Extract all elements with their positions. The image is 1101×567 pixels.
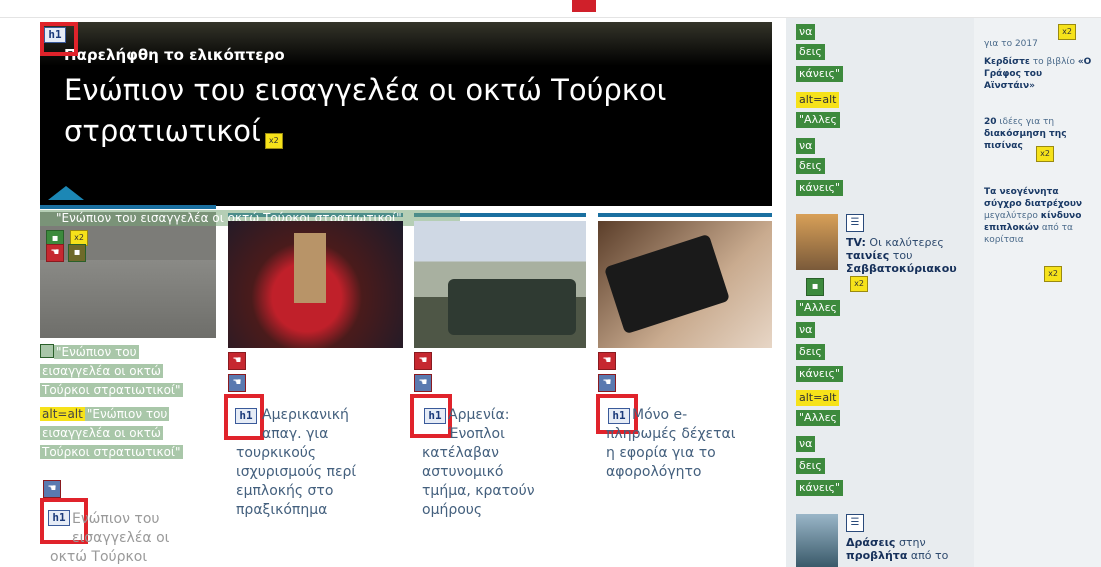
alt-text-line: Τούρκοι στρατιωτικοί" xyxy=(40,445,183,459)
link-icon: ☚ xyxy=(598,374,616,392)
alt-tag: κάνεις" xyxy=(796,66,844,82)
sidebar-column xyxy=(974,18,1101,567)
title-line[interactable]: Αρμενία: xyxy=(422,406,582,425)
hero-kicker: Παρελήφθη το ελικόπτερο xyxy=(64,46,285,64)
title-line[interactable]: κατέλαβαν xyxy=(422,444,582,463)
article-title[interactable]: Ενώπιον του εισαγγελέα οι οκτώ Τούρκοι xyxy=(50,510,222,567)
alt-tag: δεις xyxy=(796,458,825,474)
statue-shape xyxy=(294,233,326,303)
highlight-box xyxy=(40,22,78,56)
alt-tag: να xyxy=(796,24,816,40)
title-line[interactable]: ομήρους xyxy=(422,501,582,520)
link-icon: ☚ xyxy=(414,374,432,392)
title-line[interactable]: οκτώ Τούρκοι xyxy=(50,548,222,567)
title-line[interactable]: Μόνο e- xyxy=(606,406,766,425)
image-chip-icon: x2 xyxy=(850,276,868,292)
link-icon: ☚ xyxy=(228,374,246,392)
title-line[interactable]: ισχυρισμούς περί xyxy=(236,463,396,482)
article-title[interactable]: Αμερικανική απαγ. για τουρκικούς ισχυρισ… xyxy=(236,406,396,520)
title-line[interactable]: Αμερικανική xyxy=(236,406,396,425)
alt-tag: κάνεις" xyxy=(796,480,844,496)
alt-tag: να xyxy=(796,138,816,154)
hero-title-text[interactable]: Ενώπιον του εισαγγελέα οι οκτώ Τούρκοι σ… xyxy=(64,73,666,148)
hero-title[interactable]: Ενώπιον του εισαγγελέα οι οκτώ Τούρκοι σ… xyxy=(64,70,764,152)
alt-badge: alt=alt xyxy=(796,390,840,406)
title-line[interactable]: η εφορία για το xyxy=(606,444,766,463)
title-line[interactable]: Ενώπιον του xyxy=(72,510,222,529)
alt-text-block: "Ενώπιον του εισαγγελέα οι οκτώ Τούρκοι … xyxy=(40,342,216,462)
title-line[interactable]: αστυνομικό xyxy=(422,463,582,482)
sidebar-story[interactable]: Κερδίστε το βιβλίο «Ο Γράφος του Αϊνστάι… xyxy=(984,56,1096,92)
left-gutter xyxy=(0,18,40,567)
image-tint xyxy=(40,260,216,338)
link-icon: ☚ xyxy=(46,244,64,262)
alt-text-line: "Ενώπιον του xyxy=(54,345,139,359)
article-photo[interactable] xyxy=(414,221,586,348)
link-icon: ☚ xyxy=(414,352,432,370)
alt-tag: "Αλλες xyxy=(796,410,841,426)
title-line[interactable]: αφορολόγητο xyxy=(606,463,766,482)
alt-text-line: Τούρκοι στρατιωτικοί" xyxy=(40,383,183,397)
top-bar xyxy=(0,0,1101,18)
title-line[interactable]: τουρκικούς xyxy=(236,444,396,463)
link-icon: ☚ xyxy=(228,352,246,370)
alt-tag: δεις xyxy=(796,44,825,60)
alt-tag: κάνεις" xyxy=(796,366,844,382)
sidebar-line: για το 2017 xyxy=(984,39,1038,49)
terminal-shape xyxy=(603,233,731,335)
article-title[interactable]: Αρμενία: Ένοπλοι κατέλαβαν αστυνομικό τμ… xyxy=(422,406,582,520)
alt-tag: να xyxy=(796,322,816,338)
title-line[interactable]: πραξικόπημα xyxy=(236,501,396,520)
alt-tag: δεις xyxy=(796,344,825,360)
image-icon: ▪ xyxy=(806,278,824,296)
article-photo[interactable] xyxy=(598,221,772,348)
image-icon: ▪ xyxy=(68,244,86,262)
list-icon: ☰ xyxy=(846,214,864,232)
title-line[interactable]: εμπλοκής στο xyxy=(236,482,396,501)
list-icon: ☰ xyxy=(846,514,864,532)
article-thumbnail[interactable] xyxy=(796,214,838,270)
alt-tag: "Αλλες xyxy=(796,300,841,316)
title-line[interactable]: Ένοπλοι xyxy=(422,425,582,444)
alt-badge: alt=alt xyxy=(40,407,85,421)
image-chip-icon: x2 xyxy=(1044,266,1062,282)
sidebar-story[interactable]: Δράσεις στην προβλήτα από το xyxy=(846,536,970,562)
alt-text-line: εισαγγελέα οι οκτώ xyxy=(40,426,163,440)
link-icon: ☚ xyxy=(43,480,61,498)
alt-tag: δεις xyxy=(796,158,825,174)
article-image-placeholder[interactable] xyxy=(40,212,216,338)
sidebar-story[interactable]: Τα νεογέννητα σύγχρο διατρέχουν μεγαλύτε… xyxy=(984,186,1096,246)
article-title[interactable]: Μόνο e- πληρωμές δέχεται η εφορία για το… xyxy=(606,406,766,482)
section-rule xyxy=(598,213,772,217)
image-chip-icon: x2 xyxy=(1036,146,1054,162)
hero-pointer-icon xyxy=(48,186,84,200)
vehicle-shape xyxy=(448,279,576,335)
title-line[interactable]: πληρωμές δέχεται xyxy=(606,425,766,444)
alt-tag: να xyxy=(796,436,816,452)
sidebar-story[interactable]: TV: Οι καλύτερες ταινίες του Σαββατοκύρι… xyxy=(846,236,970,275)
section-rule xyxy=(40,205,216,209)
link-icon: ☚ xyxy=(598,352,616,370)
alt-text-line: εισαγγελέα οι οκτώ xyxy=(40,364,163,378)
alt-tag: κάνεις" xyxy=(796,180,844,196)
image-chip-icon: x2 xyxy=(1058,24,1076,40)
title-line[interactable]: τμήμα, κρατούν xyxy=(422,482,582,501)
alt-tag: "Αλλες xyxy=(796,112,841,128)
article-photo[interactable] xyxy=(228,221,403,348)
article-thumbnail[interactable] xyxy=(796,514,838,567)
image-chip-icon: x2 xyxy=(264,133,283,149)
hero-banner[interactable]: Παρελήφθη το ελικόπτερο Ενώπιον του εισα… xyxy=(40,22,772,206)
title-line[interactable]: απαγ. για xyxy=(236,425,396,444)
title-line[interactable]: εισαγγελέα οι xyxy=(72,529,222,548)
alt-badge: alt=alt xyxy=(796,92,840,108)
site-logo-icon[interactable] xyxy=(572,0,596,12)
alt-text-line: "Ενώπιον του xyxy=(84,407,170,421)
